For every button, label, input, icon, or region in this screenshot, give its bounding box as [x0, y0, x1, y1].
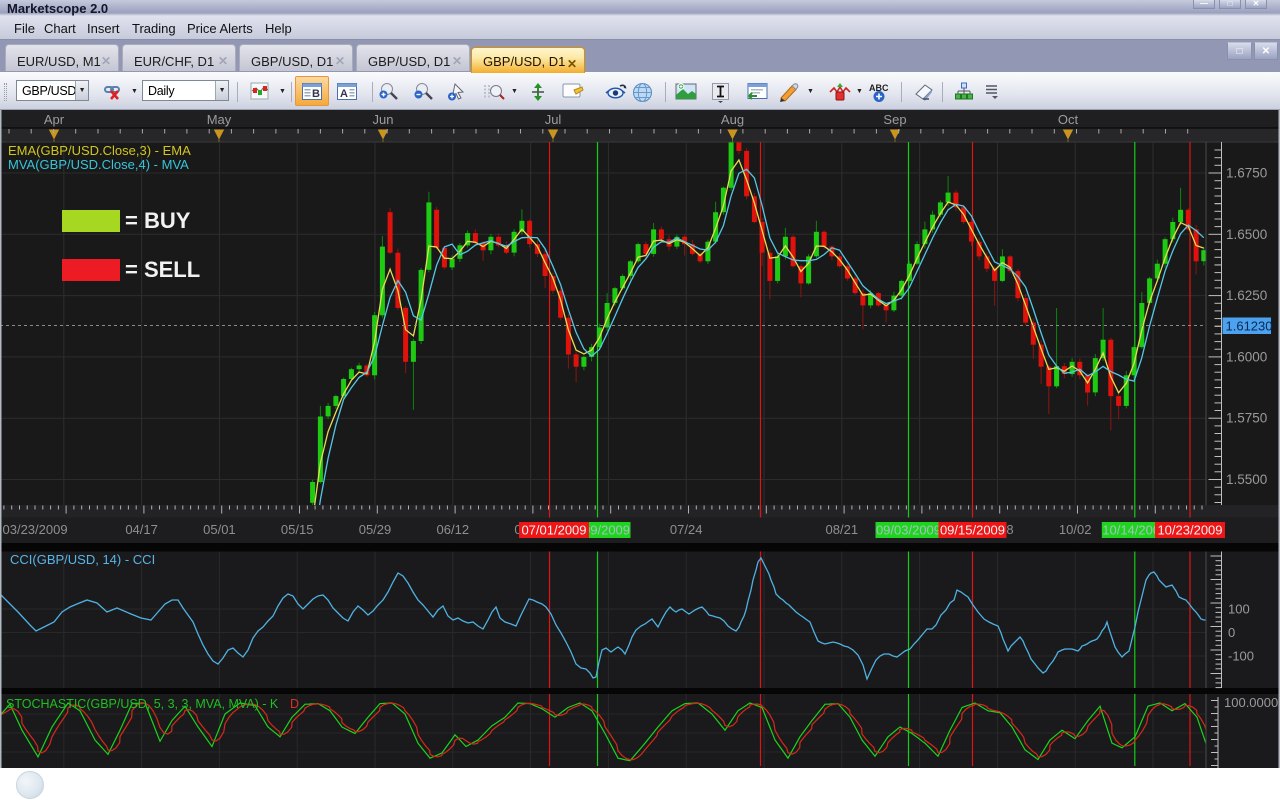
svg-text:Aug: Aug [721, 112, 744, 127]
svg-text:03/23/2009: 03/23/2009 [3, 522, 68, 537]
svg-text:07/24: 07/24 [670, 522, 703, 537]
svg-text:1.6500: 1.6500 [1226, 227, 1267, 242]
svg-text:1.6750: 1.6750 [1226, 166, 1267, 181]
svg-text:1.6250: 1.6250 [1226, 288, 1267, 303]
svg-text:-100: -100 [1228, 649, 1254, 664]
svg-text:Apr: Apr [44, 112, 65, 127]
svg-text:10/23/2009: 10/23/2009 [1157, 523, 1222, 538]
svg-text:05/29: 05/29 [359, 522, 392, 537]
svg-text:08/21: 08/21 [826, 522, 859, 537]
svg-text:1.61230: 1.61230 [1226, 319, 1273, 334]
svg-text:100.0000: 100.0000 [1224, 695, 1278, 710]
svg-text:May: May [207, 112, 232, 127]
svg-text:1.6000: 1.6000 [1226, 349, 1267, 364]
svg-text:MVA(GBP/USD.Close,4) - MVA: MVA(GBP/USD.Close,4) - MVA [8, 157, 189, 172]
svg-text:B: B [312, 88, 320, 100]
svg-text:A: A [340, 88, 348, 100]
svg-text:= BUY: = BUY [125, 208, 191, 233]
svg-text:06/12: 06/12 [437, 522, 470, 537]
svg-text:CCI(GBP/USD, 14) - CCI: CCI(GBP/USD, 14) - CCI [10, 552, 155, 567]
svg-text:= SELL: = SELL [125, 257, 200, 282]
svg-text:0: 0 [1228, 625, 1235, 640]
svg-text:05/15: 05/15 [281, 522, 314, 537]
svg-text:Oct: Oct [1058, 112, 1079, 127]
svg-text:Jul: Jul [545, 112, 562, 127]
svg-text:1.5750: 1.5750 [1226, 411, 1267, 426]
svg-text:07/01/2009: 07/01/2009 [521, 523, 586, 538]
svg-text:STOCHASTIC(GBP/USD, 5, 3, 3, M: STOCHASTIC(GBP/USD, 5, 3, 3, MVA, MVA) -… [6, 697, 279, 711]
svg-text:09/15/2009: 09/15/2009 [940, 523, 1005, 538]
svg-text:10/02: 10/02 [1059, 522, 1092, 537]
svg-text:Jun: Jun [373, 112, 394, 127]
svg-text:05/01: 05/01 [203, 522, 236, 537]
svg-text:1.5500: 1.5500 [1226, 472, 1267, 487]
svg-text:EMA(GBP/USD.Close,3) - EMA: EMA(GBP/USD.Close,3) - EMA [8, 143, 191, 158]
svg-text:09/03/2009: 09/03/2009 [876, 523, 941, 538]
svg-text:100: 100 [1228, 602, 1250, 617]
svg-text:04/17: 04/17 [125, 522, 158, 537]
svg-text:D: D [290, 697, 299, 711]
svg-text:Sep: Sep [883, 112, 906, 127]
